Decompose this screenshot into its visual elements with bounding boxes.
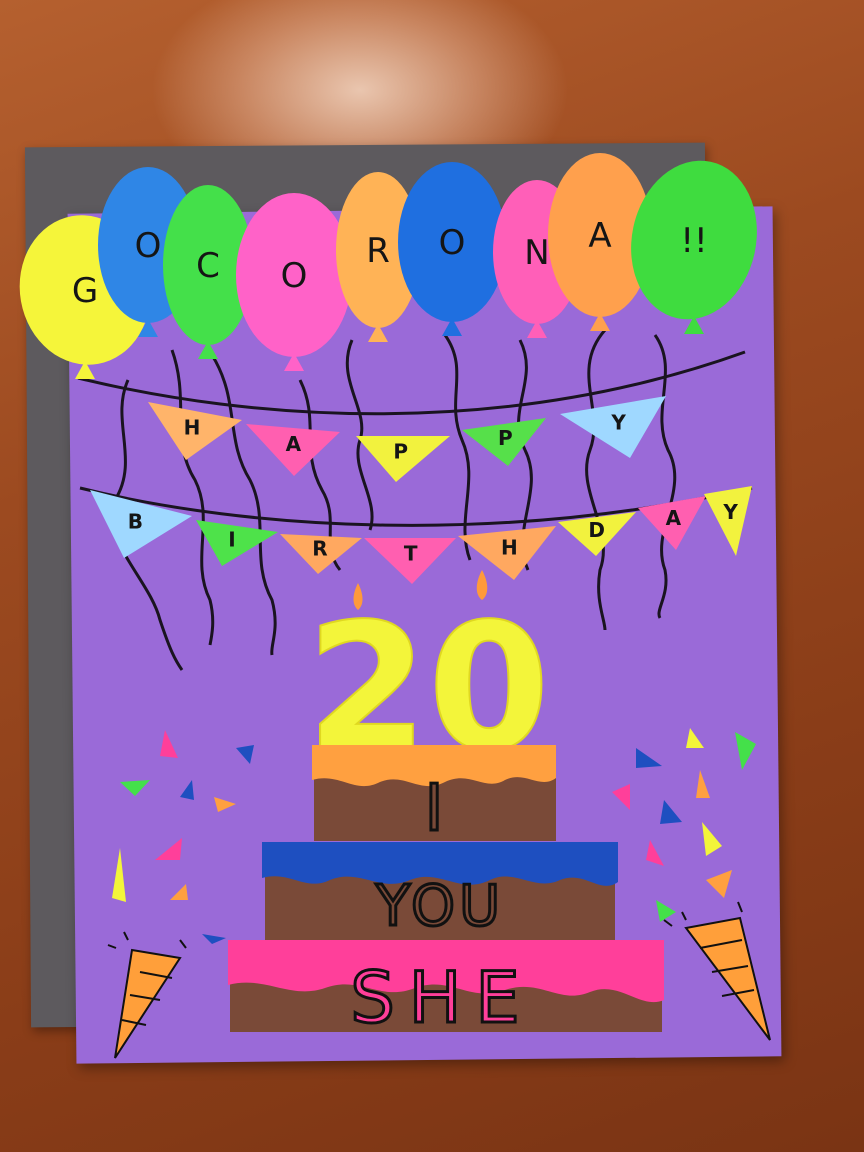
bunting-flag: A <box>246 424 340 476</box>
bunting-letter: H <box>501 535 518 559</box>
bunting-flag: R <box>280 534 362 574</box>
bunting-letter: P <box>393 439 408 463</box>
bunting-flag: T <box>364 538 456 584</box>
balloon-letter: C <box>196 246 220 286</box>
balloon-letter: !! <box>680 221 707 261</box>
bunting-letter: H <box>184 415 201 439</box>
bunting-flag-shape <box>196 520 278 566</box>
bunting-row-birthday: B I R T H D A Y <box>90 486 752 584</box>
bunting-flag: Y <box>704 486 752 556</box>
bunting-flag: H <box>148 402 242 460</box>
bunting-letter: Y <box>610 411 626 435</box>
bunting-letter: I <box>228 527 235 551</box>
bunting-letter: D <box>588 518 605 542</box>
cake: I YOU SHE <box>228 745 664 1041</box>
bunting-letter: T <box>404 541 418 565</box>
bunting-flag: P <box>356 436 450 482</box>
balloon-letter: O <box>281 256 308 296</box>
bunting-row-happy: H A P P Y <box>148 396 666 482</box>
bunting-letter: Y <box>722 500 738 524</box>
bunting-flag: P <box>462 418 546 466</box>
balloon: O <box>236 193 352 371</box>
birthday-poster-artwork: GO C OR O N A!! HA PPY BI R T HD A Y 20 I YOU SHE <box>19 153 771 1059</box>
bunting-letter: A <box>286 432 302 456</box>
balloon-row: GO C OR O N A!! <box>19 153 757 379</box>
balloon-letter: A <box>588 216 611 256</box>
balloon: O <box>398 162 506 336</box>
bunting-flag: Y <box>560 396 666 458</box>
balloon-letter: R <box>366 231 390 271</box>
bottom-tier-text: SHE <box>350 957 533 1039</box>
balloon-letter: O <box>439 223 466 263</box>
top-tier-text: I <box>425 772 444 846</box>
bunting-letter: R <box>312 537 327 561</box>
bunting-letter: B <box>128 509 143 533</box>
bunting-flag: A <box>638 496 706 550</box>
bunting-letter: P <box>498 426 513 450</box>
balloon-letter: O <box>135 226 162 266</box>
balloon-letter: G <box>72 271 98 311</box>
balloon: !! <box>631 160 757 334</box>
middle-tier-text: YOU <box>375 874 504 939</box>
bunting-flag: H <box>458 526 556 580</box>
balloon-letter: N <box>524 233 549 273</box>
party-popper-right <box>663 901 771 1041</box>
party-popper-left <box>107 931 187 1059</box>
bunting-flag: I <box>196 520 278 566</box>
bunting-letter: A <box>666 506 682 530</box>
